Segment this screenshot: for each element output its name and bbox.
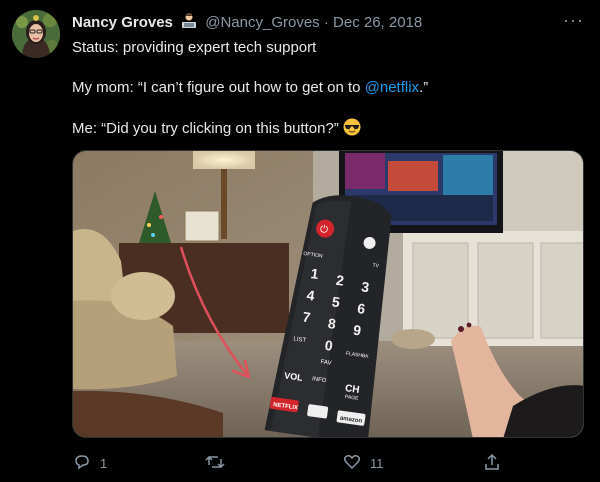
avatar-image xyxy=(12,10,60,58)
tweet-line-3-text: Me: “Did you try clicking on this button… xyxy=(72,120,343,137)
tweet-text: Status: providing expert tech support My… xyxy=(72,38,582,142)
more-options-icon[interactable]: ··· xyxy=(563,10,584,31)
tweet-line-2-suffix: .” xyxy=(419,79,429,96)
technologist-emoji-icon xyxy=(180,12,198,36)
like-icon[interactable] xyxy=(342,452,362,475)
retweet-icon[interactable] xyxy=(204,452,226,475)
share-action[interactable] xyxy=(482,452,502,475)
avatar[interactable] xyxy=(12,10,60,58)
reply-action[interactable]: 1 xyxy=(72,452,107,475)
tweet-line-2-prefix: My mom: “I can’t figure out how to get o… xyxy=(72,79,365,96)
tweet-line-1: Status: providing expert tech support xyxy=(72,39,317,56)
reply-count: 1 xyxy=(100,456,108,471)
tweet-photo[interactable]: ⏻ OPTION TV 1 2 3 4 5 6 7 8 9 0 LIST FLA… xyxy=(72,150,584,438)
author-name[interactable]: Nancy Groves xyxy=(72,14,173,31)
tweet-line-3: Me: “Did you try clicking on this button… xyxy=(72,118,582,142)
share-icon[interactable] xyxy=(482,452,502,475)
tweet-date[interactable]: Dec 26, 2018 xyxy=(333,14,422,31)
netflix-mention-link[interactable]: @netflix xyxy=(365,79,419,96)
photo-scene: ⏻ OPTION TV 1 2 3 4 5 6 7 8 9 0 LIST FLA… xyxy=(73,151,583,437)
tweet-header: Nancy Groves @Nancy_Groves · Dec 26, 201… xyxy=(72,12,422,36)
remote-power-icon: ⏻ xyxy=(319,224,328,236)
reply-icon[interactable] xyxy=(72,452,92,475)
author-handle[interactable]: @Nancy_Groves xyxy=(205,14,319,31)
header-separator: · xyxy=(323,14,329,31)
like-action[interactable]: 11 xyxy=(342,452,384,475)
sunglasses-emoji-icon xyxy=(343,118,361,142)
retweet-action[interactable] xyxy=(204,452,234,475)
tweet-line-2: My mom: “I can’t figure out how to get o… xyxy=(72,78,582,98)
tweet-actions: 1 11 xyxy=(72,452,592,474)
like-count: 11 xyxy=(370,456,384,471)
